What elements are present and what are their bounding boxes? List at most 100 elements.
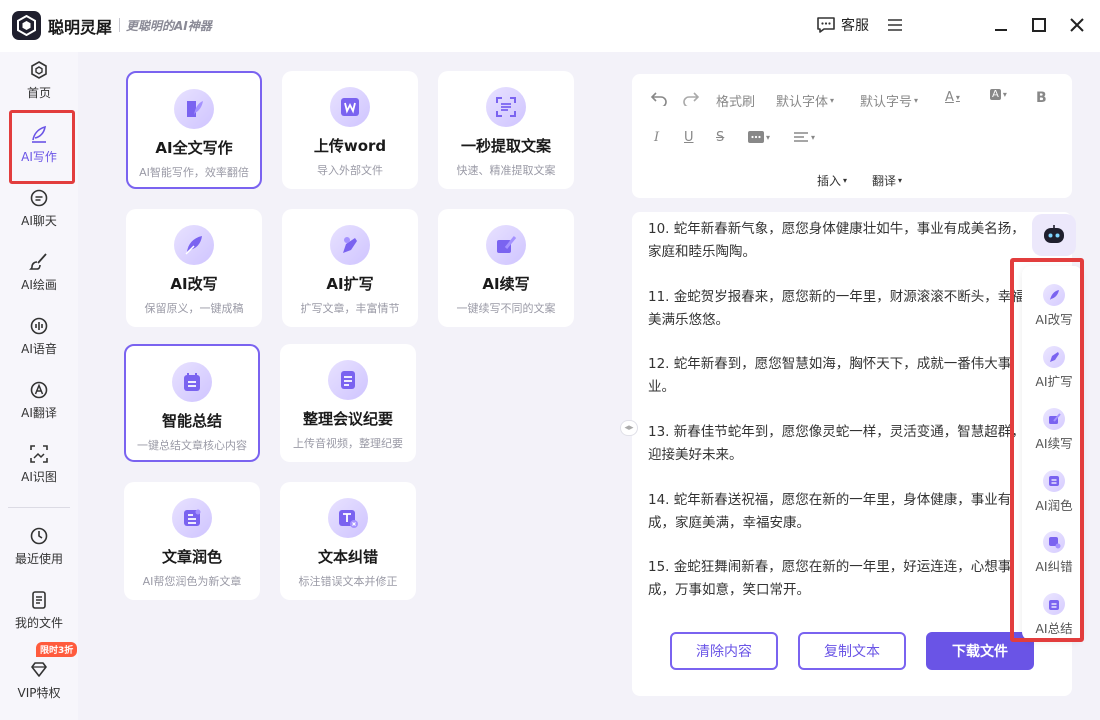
content-paragraph: 12. 蛇年新春到，愿您智慧如海，胸怀天下，成就一番伟大事业。	[648, 356, 1012, 395]
card-title: 文章润色	[161, 548, 222, 566]
chevron-down-icon: ▾	[1002, 90, 1007, 99]
customer-service-label: 客服	[841, 18, 869, 34]
close-button[interactable]	[1066, 14, 1088, 36]
card-desc: 一键续写不同的文案	[456, 302, 556, 315]
card-title: 文本纠错	[317, 548, 378, 566]
chevron-down-icon: ▾	[843, 176, 848, 185]
card-title: AI扩写	[326, 275, 374, 293]
sidebar-item-ai-painting[interactable]: AI绘画	[0, 240, 78, 304]
redo-icon[interactable]	[682, 90, 700, 106]
expand-pen-icon	[330, 225, 370, 265]
card-title: 上传word	[313, 137, 387, 155]
font-size-label: 默认字号	[860, 95, 913, 110]
sidebar-item-ai-voice[interactable]: AI语音	[0, 304, 78, 368]
brush-icon	[29, 252, 47, 270]
card-desc: 一键总结文章核心内容	[137, 439, 247, 452]
copy-text-button[interactable]: 复制文本	[798, 632, 906, 670]
tool-card-expand[interactable]: AI扩写 扩写文章，丰富情节	[282, 209, 418, 327]
tool-card-full-writing[interactable]: AI全文写作 AI智能写作，效率翻倍	[126, 71, 262, 189]
ai-assistant-robot-icon[interactable]	[1032, 214, 1076, 256]
sidebar-item-vip[interactable]: VIP特权	[0, 648, 78, 712]
sidebar-item-recent[interactable]: 最近使用	[0, 514, 78, 578]
card-title: 智能总结	[161, 412, 222, 430]
font-color-button[interactable]: A ▾	[945, 90, 960, 105]
font-size-select[interactable]: 默认字号 ▾	[860, 91, 918, 110]
content-paragraph: 13. 新春佳节蛇年到，愿您像灵蛇一样，灵活变通，智慧超群，迎接美好未来。	[648, 424, 1025, 463]
history-icon	[30, 527, 48, 544]
card-desc: 保留原义，一键成稿	[144, 302, 244, 315]
tool-card-summary[interactable]: 智能总结 一键总结文章核心内容	[124, 344, 260, 462]
content-paragraph: 15. 金蛇狂舞闹新春，愿您在新的一年里，好运连连，心想事成，万事如意，笑口常开…	[648, 559, 1012, 598]
vip-discount-badge: 限时3折	[36, 642, 78, 657]
tool-card-extract-text[interactable]: 一秒提取文案 快速、精准提取文案	[438, 71, 574, 189]
chevron-down-icon: ▾	[766, 132, 771, 142]
insert-menu[interactable]: 插入 ▾	[817, 172, 847, 189]
chevron-down-icon: ▾	[914, 96, 919, 105]
highlight-button[interactable]: A ▾	[990, 89, 1007, 100]
panel-resize-handle[interactable]: ◂▸	[620, 420, 638, 436]
sidebar-item-ai-chat[interactable]: AI聊天	[0, 176, 78, 240]
chevron-down-icon: ▾	[955, 93, 960, 102]
card-title: AI续写	[482, 275, 530, 293]
strikethrough-button[interactable]: S	[716, 130, 724, 145]
translate-label: 翻译	[872, 174, 897, 188]
insert-label: 插入	[817, 174, 842, 188]
summary-icon	[172, 362, 212, 402]
translate-icon	[30, 381, 48, 398]
align-button[interactable]: ▾	[793, 131, 815, 143]
sidebar-item-home[interactable]: 首页	[0, 48, 78, 112]
polish-icon	[172, 498, 212, 538]
maximize-button[interactable]	[1028, 14, 1050, 36]
font-family-select[interactable]: 默认字体 ▾	[776, 91, 834, 110]
sidebar-item-label: AI语音	[21, 341, 57, 356]
undo-icon[interactable]	[650, 90, 668, 106]
sidebar-item-label: AI绘画	[21, 277, 57, 292]
menu-icon[interactable]	[884, 14, 906, 36]
card-desc: 标注错误文本并修正	[298, 575, 398, 588]
sidebar-item-my-files[interactable]: 我的文件	[0, 578, 78, 642]
tool-card-upload-word[interactable]: 上传word 导入外部文件	[282, 71, 418, 189]
title-divider	[119, 18, 120, 32]
tool-card-rewrite[interactable]: AI改写 保留原义，一键成稿	[126, 209, 262, 327]
content-paragraph: 10. 蛇年新春新气象，愿您身体健康壮如牛，事业有成美名扬，家庭和睦乐陶陶。	[648, 221, 1025, 260]
card-title: AI改写	[170, 275, 218, 293]
italic-button[interactable]: I	[654, 130, 659, 145]
sidebar-item-ai-translate[interactable]: AI翻译	[0, 368, 78, 432]
minimize-button[interactable]	[990, 14, 1012, 36]
sidebar-item-label: AI聊天	[21, 213, 57, 228]
code-block-button[interactable]: ▾	[748, 131, 770, 143]
meeting-notes-icon	[328, 360, 368, 400]
word-file-icon	[330, 87, 370, 127]
app-title: 聪明灵犀	[48, 18, 113, 37]
full-writing-icon	[174, 89, 214, 129]
clear-content-button[interactable]: 清除内容	[670, 632, 778, 670]
chevron-down-icon: ▾	[830, 96, 835, 105]
card-desc: AI智能写作，效率翻倍	[139, 166, 249, 179]
feather-icon	[174, 225, 214, 265]
bold-button[interactable]: B	[1036, 90, 1047, 106]
title-bar: 聪明灵犀 更聪明的AI神器 客服	[0, 0, 1100, 52]
content-paragraph: 14. 蛇年新春送祝福，愿您在新的一年里，身体健康，事业有成，家庭美满，幸福安康…	[648, 492, 1012, 531]
image-recognition-icon	[30, 444, 48, 463]
format-brush-button[interactable]: 格式刷	[716, 91, 755, 110]
continue-icon	[486, 225, 526, 265]
app-logo-icon	[12, 11, 41, 40]
translate-menu[interactable]: 翻译 ▾	[872, 172, 902, 189]
card-desc: 扩写文章，丰富情节	[300, 302, 400, 315]
content-paragraph: 11. 金蛇贺岁报春来，愿您新的一年里，财源滚滚不断头，幸福美满乐悠悠。	[648, 289, 1025, 328]
customer-service-button[interactable]: 客服	[816, 15, 869, 35]
tool-card-continue[interactable]: AI续写 一键续写不同的文案	[438, 209, 574, 327]
tool-card-text-correction[interactable]: 文本纠错 标注错误文本并修正	[280, 482, 416, 600]
font-color-icon: A	[945, 90, 954, 105]
card-desc: 上传音视频，整理纪要	[293, 437, 403, 450]
tool-card-meeting-minutes[interactable]: 整理会议纪要 上传音视频，整理纪要	[280, 344, 416, 462]
editor-content[interactable]: 10. 蛇年新春新气象，愿您身体健康壮如牛，事业有成美名扬，家庭和睦乐陶陶。 1…	[632, 212, 1072, 696]
sidebar-item-label: 最近使用	[14, 551, 63, 566]
card-title: 整理会议纪要	[302, 410, 393, 428]
scan-text-icon	[486, 87, 526, 127]
underline-button[interactable]: U	[684, 130, 694, 145]
sidebar-item-ai-image-recognition[interactable]: AI识图	[0, 432, 78, 496]
tool-card-polish[interactable]: 文章润色 AI帮您润色为新文章	[124, 482, 260, 600]
quick-tools-highlight-box	[1010, 258, 1084, 642]
sidebar-item-label: AI翻译	[21, 405, 57, 420]
